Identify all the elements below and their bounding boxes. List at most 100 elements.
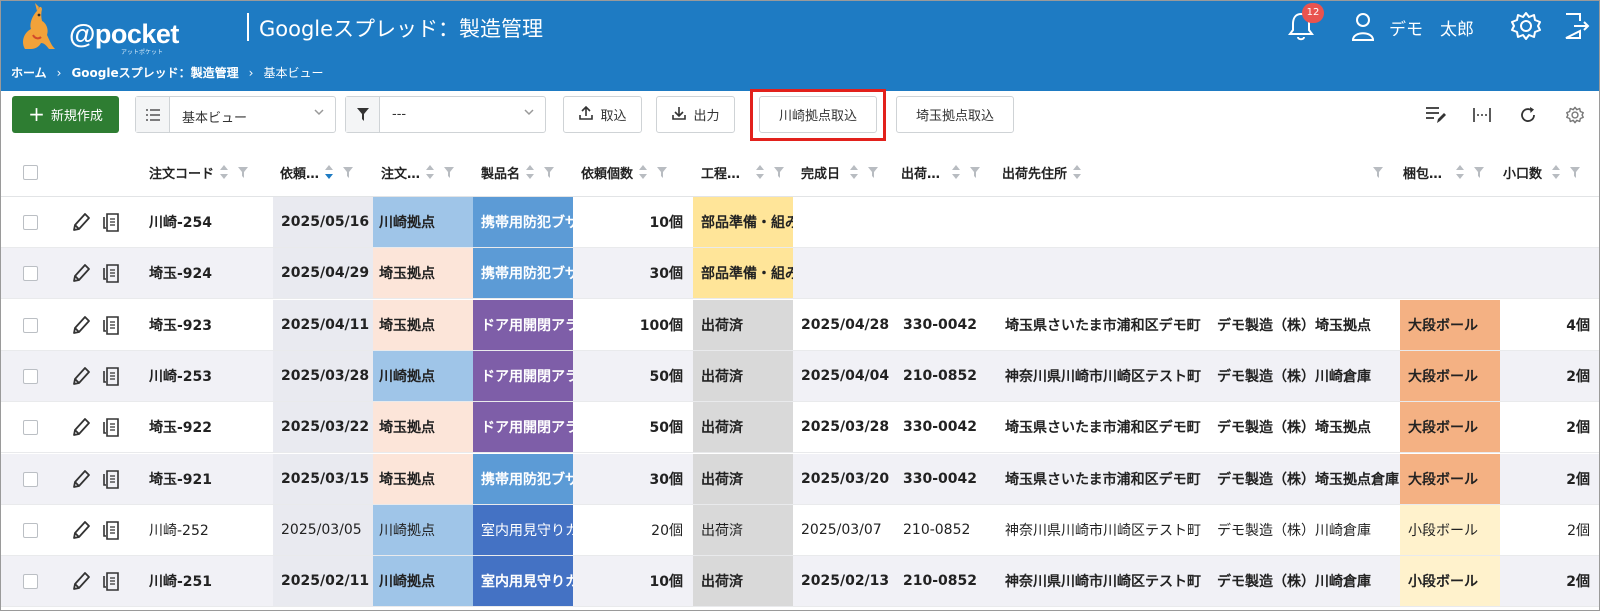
gear-icon[interactable] <box>1509 9 1543 43</box>
row-checkbox[interactable] <box>23 420 38 436</box>
column-header-branch[interactable]: 注文… <box>381 147 477 197</box>
sort-icon[interactable] <box>952 163 962 181</box>
column-header-quantity[interactable]: 依頼個数 <box>581 147 693 197</box>
column-header-order-code[interactable]: 注文コード <box>149 147 273 197</box>
copy-document-icon[interactable] <box>102 519 120 545</box>
filter-icon[interactable] <box>343 166 354 178</box>
cell-shipping-address: 埼玉県さいたま市浦和区デモ町 <box>1005 317 1201 334</box>
column-filter-shipping-address[interactable] <box>1373 147 1393 197</box>
sort-icon[interactable] <box>1456 163 1466 181</box>
copy-document-icon[interactable] <box>102 262 120 288</box>
sort-icon[interactable] <box>526 163 536 181</box>
row-checkbox[interactable] <box>23 368 38 384</box>
copy-document-icon[interactable] <box>102 211 120 237</box>
cell-order-code: 埼玉-923 <box>149 317 213 334</box>
row-checkbox[interactable] <box>23 317 38 333</box>
cell-order-code: 川崎-251 <box>149 574 213 591</box>
table-row[interactable]: 埼玉-924 2025/04/29埼玉拠点携帯用防犯ブザー 30個部品準備・組み立て <box>1 248 1599 300</box>
sort-icon[interactable] <box>220 163 230 181</box>
pencil-icon[interactable] <box>71 211 91 237</box>
filter-icon[interactable] <box>774 166 785 178</box>
sort-icon[interactable] <box>850 163 860 181</box>
column-header-request-date[interactable]: 依頼… <box>280 147 376 197</box>
filter-icon[interactable] <box>1373 166 1383 178</box>
cell-request-date: 2025/03/15 <box>273 453 373 504</box>
pencil-icon[interactable] <box>71 468 91 494</box>
cell-order-code: 川崎-253 <box>149 368 213 385</box>
import-button[interactable]: 取込 <box>563 96 642 133</box>
table-row[interactable]: 埼玉-923 2025/04/11埼玉拠点ドア用開閉アラーム 100個出荷済 2025… <box>1 299 1599 351</box>
pencil-icon[interactable] <box>71 416 91 442</box>
sort-icon[interactable] <box>639 163 649 181</box>
pencil-icon[interactable] <box>71 570 91 596</box>
filter-icon[interactable] <box>657 166 668 178</box>
copy-document-icon[interactable] <box>102 570 120 596</box>
row-checkbox[interactable] <box>23 266 38 282</box>
cell-process: 部品準備・組み立て <box>693 197 793 247</box>
pencil-icon[interactable] <box>71 365 91 391</box>
row-checkbox[interactable] <box>23 522 38 538</box>
copy-document-icon[interactable] <box>102 468 120 494</box>
view-select[interactable]: 基本ビュー <box>135 96 336 133</box>
breadcrumb-home[interactable]: ホーム <box>11 64 47 81</box>
table-row[interactable]: 埼玉-921 2025/03/15埼玉拠点携帯用防犯ブザー 30個出荷済 2025/0… <box>1 453 1599 505</box>
pencil-icon[interactable] <box>71 314 91 340</box>
cell-shipping-company: デモ製造（株）川崎倉庫 <box>1217 368 1371 385</box>
column-header-completion-date[interactable]: 完成日 <box>801 147 897 197</box>
table-row[interactable]: 埼玉-922 2025/03/22埼玉拠点ドア用開閉アラーム 50個出荷済 2025/… <box>1 402 1599 454</box>
cell-product: 室内用見守りカメラ <box>473 556 573 607</box>
cell-request-date: 2025/04/11 <box>273 299 373 350</box>
filter-icon[interactable] <box>970 166 981 178</box>
cell-quantity: 30個 <box>649 471 683 488</box>
breadcrumb-app[interactable]: Googleスプレッド：製造管理 <box>71 64 238 81</box>
table-row[interactable]: 川崎-254 2025/05/16川崎拠点携帯用防犯ブザー 10個部品準備・組み立て <box>1 197 1599 248</box>
filter-icon[interactable] <box>1474 166 1485 178</box>
column-header-shipping-zip[interactable]: 出荷… <box>901 147 997 197</box>
edit-list-icon[interactable] <box>1424 103 1448 127</box>
user-icon[interactable] <box>1346 9 1380 43</box>
saitama-import-button[interactable]: 埼玉拠点取込 <box>896 96 1014 133</box>
filter-icon[interactable] <box>1570 166 1581 178</box>
filter-icon[interactable] <box>238 166 249 178</box>
column-header-packaging[interactable]: 梱包… <box>1403 147 1503 197</box>
sort-desc-icon[interactable] <box>325 163 335 181</box>
row-checkbox[interactable] <box>23 471 38 487</box>
filter-select-value: --- <box>392 107 407 122</box>
column-header-units[interactable]: 小口数 <box>1503 147 1599 197</box>
filter-icon[interactable] <box>444 166 455 178</box>
cell-quantity: 50個 <box>649 420 683 437</box>
filter-select[interactable]: --- <box>345 96 546 133</box>
sort-icon[interactable] <box>426 163 436 181</box>
refresh-icon[interactable] <box>1516 103 1540 127</box>
column-header-process[interactable]: 工程… <box>701 147 793 197</box>
table-row[interactable]: 川崎-252 2025/03/05川崎拠点室内用見守りカメラ 20個出荷済 2025/… <box>1 504 1599 556</box>
new-record-button[interactable]: + 新規作成 <box>12 96 119 133</box>
copy-document-icon[interactable] <box>102 365 120 391</box>
column-header-product[interactable]: 製品名 <box>481 147 577 197</box>
logo-subtitle: アットポケット <box>121 49 164 56</box>
column-label: 梱包… <box>1403 166 1443 182</box>
sort-icon[interactable] <box>756 163 766 181</box>
copy-document-icon[interactable] <box>102 416 120 442</box>
cell-branch: 埼玉拠点 <box>373 299 473 350</box>
table-settings-icon[interactable] <box>1563 103 1587 127</box>
table-row[interactable]: 川崎-253 2025/03/28川崎拠点ドア用開閉アラーム 50個出荷済 2025/… <box>1 350 1599 402</box>
sort-icon[interactable] <box>1073 163 1083 181</box>
sort-icon[interactable] <box>1552 163 1562 181</box>
table-row[interactable]: 川崎-251 2025/02/11川崎拠点室内用見守りカメラ 10個出荷済 2025/… <box>1 556 1599 608</box>
cell-quantity: 10個 <box>649 215 683 231</box>
select-all-checkbox[interactable] <box>23 165 38 180</box>
row-checkbox[interactable] <box>23 215 38 230</box>
filter-icon[interactable] <box>544 166 555 178</box>
app-logo[interactable]: @pocket アットポケット <box>11 3 181 56</box>
logout-icon[interactable] <box>1558 9 1592 43</box>
filter-icon[interactable] <box>868 166 879 178</box>
user-name[interactable]: デモ 太郎 <box>1389 15 1474 40</box>
row-checkbox[interactable] <box>23 574 38 590</box>
pencil-icon[interactable] <box>71 519 91 545</box>
column-width-icon[interactable] <box>1470 103 1494 127</box>
copy-document-icon[interactable] <box>102 314 120 340</box>
export-button[interactable]: 出力 <box>656 96 735 133</box>
column-header-shipping-address[interactable]: 出荷先住所 <box>1002 147 1122 197</box>
pencil-icon[interactable] <box>71 262 91 288</box>
